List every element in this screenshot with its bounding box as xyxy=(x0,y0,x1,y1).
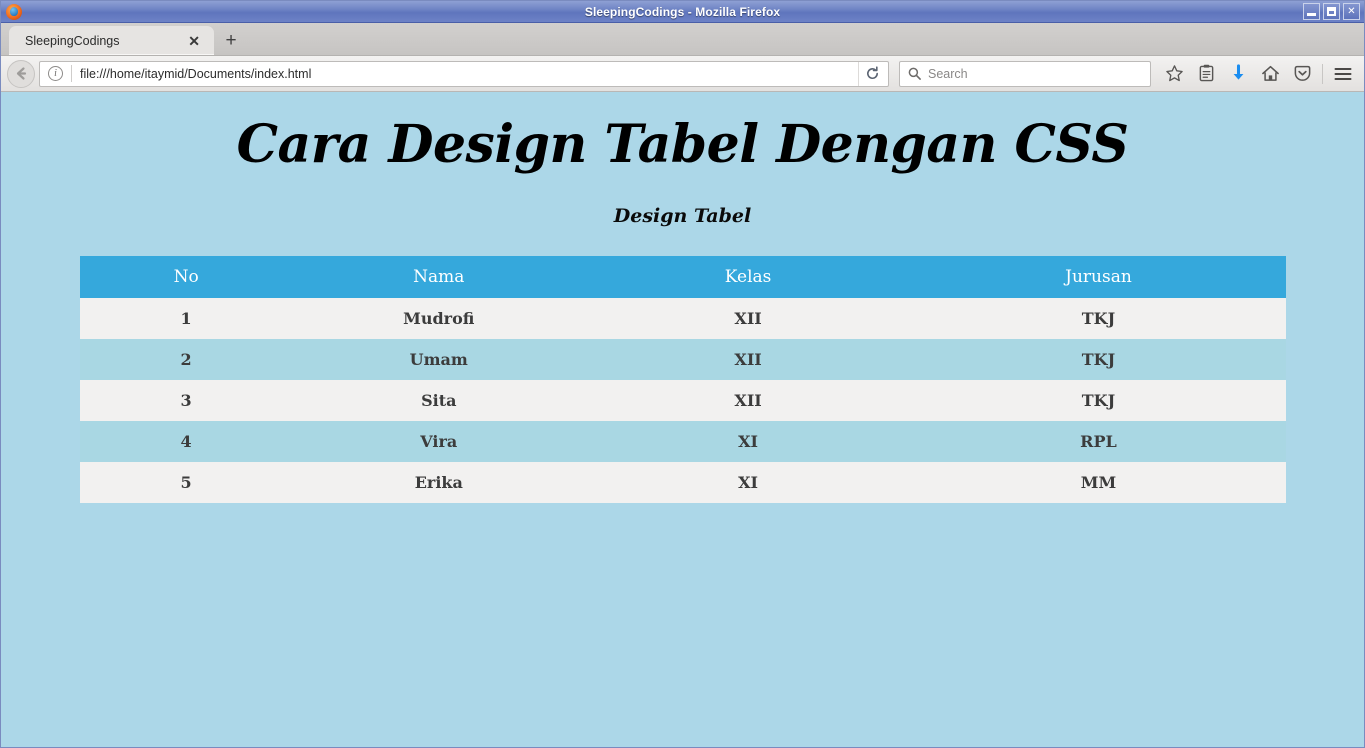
search-input[interactable]: Search xyxy=(928,67,968,81)
cell-nama: Vira xyxy=(420,431,458,451)
table-row: 5 Erika XI MM xyxy=(80,461,1286,503)
home-icon xyxy=(1261,65,1279,81)
home-button[interactable] xyxy=(1255,59,1285,89)
navigation-toolbar: i file:///home/itaymid/Documents/index.h… xyxy=(1,56,1364,92)
minimize-button[interactable] xyxy=(1303,3,1320,20)
tab-strip: SleepingCodings ✕ + xyxy=(1,23,1364,56)
tab-close-icon[interactable]: ✕ xyxy=(182,34,206,48)
window-title: SleepingCodings - Mozilla Firefox xyxy=(584,4,781,19)
pocket-icon xyxy=(1294,65,1310,81)
column-header-nama: Nama xyxy=(292,255,586,298)
cell-jurusan: TKJ xyxy=(1081,349,1116,369)
downloads-button[interactable] xyxy=(1223,59,1253,89)
back-button[interactable] xyxy=(7,59,35,88)
column-header-jurusan: Jurusan xyxy=(910,255,1286,298)
reload-button[interactable] xyxy=(858,61,886,86)
reload-icon xyxy=(867,66,878,79)
search-icon xyxy=(908,67,921,80)
table-header-row: No Nama Kelas Jurusan xyxy=(80,255,1286,298)
site-info-icon[interactable]: i xyxy=(48,66,63,81)
cell-jurusan: TKJ xyxy=(1081,390,1116,410)
download-arrow-icon xyxy=(1233,64,1243,80)
cell-kelas: XI xyxy=(738,472,759,492)
cell-kelas: XII xyxy=(734,390,762,410)
cell-kelas: XII xyxy=(734,308,762,328)
cell-no: 5 xyxy=(180,472,192,492)
url-divider xyxy=(71,65,72,82)
hamburger-menu-icon xyxy=(1334,67,1352,80)
page-content: Cara Design Tabel Dengan CSS Design Tabe… xyxy=(1,92,1364,747)
menu-button[interactable] xyxy=(1328,59,1358,89)
table-row: 1 Mudrofi XII TKJ xyxy=(80,297,1286,339)
library-button[interactable] xyxy=(1191,59,1221,89)
table-container: No Nama Kelas Jurusan 1 Mudrofi XII TKJ … xyxy=(80,255,1286,503)
close-button[interactable]: ✕ xyxy=(1343,3,1360,20)
close-icon: ✕ xyxy=(1347,5,1356,17)
browser-window: SleepingCodings - Mozilla Firefox ✕ Slee… xyxy=(0,0,1365,748)
cell-no: 4 xyxy=(180,431,192,451)
cell-nama: Umam xyxy=(409,349,468,369)
maximize-button[interactable] xyxy=(1323,3,1340,20)
window-controls: ✕ xyxy=(1303,3,1360,20)
table-row: 2 Umam XII TKJ xyxy=(80,338,1286,380)
column-header-no: No xyxy=(80,255,293,298)
cell-nama: Mudrofi xyxy=(403,308,475,328)
url-input[interactable]: file:///home/itaymid/Documents/index.htm… xyxy=(80,67,858,81)
firefox-icon xyxy=(6,3,22,20)
bookmark-star-icon xyxy=(1165,65,1183,82)
toolbar-divider xyxy=(1322,63,1323,84)
new-tab-button[interactable]: + xyxy=(214,26,248,55)
pocket-button[interactable] xyxy=(1287,59,1317,89)
library-icon xyxy=(1199,64,1213,82)
tab-label: SleepingCodings xyxy=(25,33,120,48)
table-row: 3 Sita XII TKJ xyxy=(80,379,1286,421)
table-head: No Nama Kelas Jurusan xyxy=(80,255,1286,298)
student-table: No Nama Kelas Jurusan 1 Mudrofi XII TKJ … xyxy=(80,255,1286,503)
table-body: 1 Mudrofi XII TKJ 2 Umam XII TKJ 3 Sita xyxy=(80,297,1286,503)
column-header-kelas: Kelas xyxy=(585,255,911,298)
bookmark-star-button[interactable] xyxy=(1159,59,1189,89)
page-subtitle: Design Tabel xyxy=(613,204,752,227)
toolbar-icon-group xyxy=(1159,59,1358,89)
cell-jurusan: MM xyxy=(1080,472,1117,492)
cell-nama: Sita xyxy=(421,390,457,410)
cell-no: 1 xyxy=(180,308,192,328)
cell-jurusan: TKJ xyxy=(1081,308,1116,328)
browser-tab[interactable]: SleepingCodings ✕ xyxy=(9,26,214,55)
cell-jurusan: RPL xyxy=(1080,431,1117,451)
url-bar[interactable]: i file:///home/itaymid/Documents/index.h… xyxy=(39,60,889,87)
cell-kelas: XII xyxy=(734,349,762,369)
cell-no: 2 xyxy=(180,349,192,369)
back-arrow-icon xyxy=(16,67,26,80)
cell-no: 3 xyxy=(180,390,192,410)
table-row: 4 Vira XI RPL xyxy=(80,420,1286,462)
cell-kelas: XI xyxy=(738,431,759,451)
window-titlebar: SleepingCodings - Mozilla Firefox ✕ xyxy=(1,1,1364,23)
search-bar[interactable]: Search xyxy=(899,60,1151,87)
cell-nama: Erika xyxy=(414,472,463,492)
page-title: Cara Design Tabel Dengan CSS xyxy=(236,114,1129,175)
